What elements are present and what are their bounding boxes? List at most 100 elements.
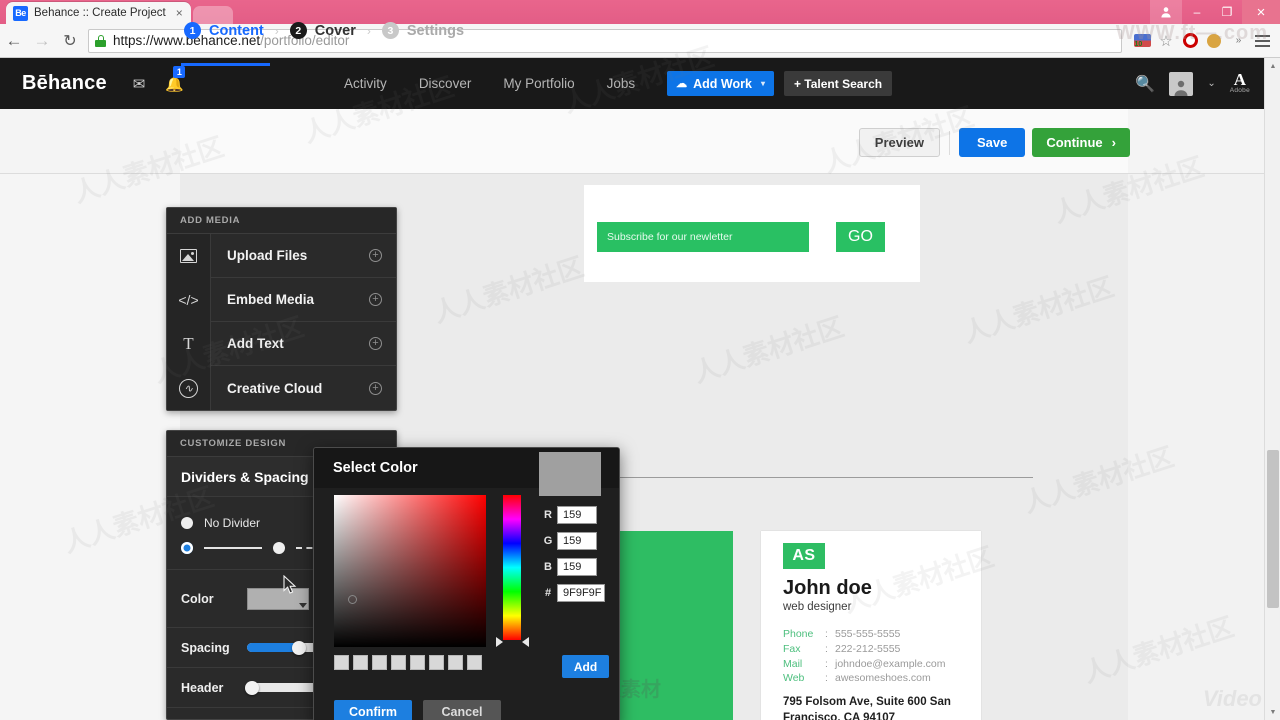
window-maximize-button[interactable]: ❐ (1212, 0, 1242, 24)
contact-value: awesomeshoes.com (835, 672, 931, 685)
nav-link-activity[interactable]: Activity (344, 76, 387, 91)
radio-dashed-divider[interactable] (273, 542, 285, 554)
contact-value: 555-555-5555 (835, 628, 901, 640)
scrollbar-thumb[interactable] (1267, 450, 1279, 608)
action-divider (948, 130, 950, 155)
save-button[interactable]: Save (958, 128, 1026, 157)
add-media-item-creative-cloud[interactable]: ∿ Creative Cloud + (167, 366, 396, 410)
contact-row-web: Web : awesomeshoes.com (783, 671, 945, 686)
plus-icon[interactable]: + (369, 381, 382, 395)
scroll-up-arrow-icon[interactable]: ▲ (1265, 58, 1280, 74)
step-content[interactable]: 1 Content (184, 22, 264, 39)
cancel-button[interactable]: Cancel (423, 700, 501, 720)
add-media-item-embed-media[interactable]: </> Embed Media + (167, 277, 396, 322)
newsletter-go-button[interactable]: GO (836, 222, 885, 252)
swatch-cell[interactable] (467, 655, 482, 670)
more-extensions-icon[interactable]: » (1226, 29, 1250, 53)
bookmark-star-icon[interactable]: ☆ (1154, 29, 1178, 53)
add-work-button[interactable]: ☁ Add Work ▾ (667, 71, 774, 96)
behance-favicon: Be (13, 5, 28, 21)
reload-button[interactable]: ↻ (56, 27, 84, 55)
tab-close-icon[interactable]: × (176, 7, 183, 19)
r-input[interactable]: 159 (557, 506, 597, 524)
nav-link-jobs[interactable]: Jobs (607, 76, 636, 91)
contact-value: johndoe@example.com (835, 657, 946, 670)
envelope-icon[interactable]: ✉ (133, 75, 146, 93)
browser-tab-behance[interactable]: Be Behance :: Create Project × (6, 2, 191, 24)
add-media-item-upload-files[interactable]: Upload Files + (167, 233, 396, 278)
step-settings[interactable]: 3 Settings (381, 22, 464, 39)
spacing-slider-knob[interactable] (291, 640, 306, 655)
avatar[interactable] (1169, 71, 1194, 96)
page-scrollbar[interactable]: ▲ ▼ (1264, 58, 1280, 720)
chevron-down-icon[interactable]: ⌄ (1207, 78, 1215, 89)
g-input[interactable]: 159 (557, 532, 597, 550)
search-icon[interactable]: 🔍 (1135, 74, 1155, 94)
business-card-address: 795 Folsom Ave, Suite 600 San Francisco,… (783, 696, 951, 720)
add-swatch-button[interactable]: Add (562, 655, 609, 678)
rgb-row-hex: # 9F9F9F (539, 584, 605, 602)
header-slider-knob[interactable] (245, 680, 260, 695)
nav-link-my-portfolio[interactable]: My Portfolio (503, 76, 574, 91)
add-media-item-add-text[interactable]: T Add Text + (167, 321, 396, 366)
cookie-extension-icon[interactable] (1202, 29, 1226, 53)
creative-cloud-icon: ∿ (167, 366, 211, 410)
forward-button[interactable]: → (28, 27, 56, 55)
plus-icon[interactable]: + (369, 249, 382, 262)
hue-slider[interactable] (503, 495, 521, 640)
preview-button[interactable]: Preview (858, 128, 940, 157)
add-media-panel: ADD MEDIA Upload Files + </> Embed Media… (166, 207, 397, 411)
plus-icon[interactable]: + (369, 293, 382, 306)
step-separator-icon: › (274, 23, 279, 38)
swatch-cell[interactable] (410, 655, 425, 670)
business-card-logo: AS (783, 543, 825, 569)
opera-extension-icon[interactable] (1178, 29, 1202, 53)
swatch-cell[interactable] (448, 655, 463, 670)
flag-extension-icon[interactable] (1130, 29, 1154, 53)
cloud-icon: ☁ (676, 78, 688, 90)
swatch-cell[interactable] (334, 655, 349, 670)
b-input[interactable]: 159 (557, 558, 597, 576)
browser-window: Be Behance :: Create Project × – ❐ × ← →… (0, 0, 1280, 720)
hue-pointer-right-icon (522, 637, 529, 647)
saturation-value-area[interactable] (334, 495, 486, 647)
scroll-down-arrow-icon[interactable]: ▼ (1265, 704, 1280, 720)
swatch-cell[interactable] (429, 655, 444, 670)
newsletter-input[interactable]: Subscribe for our newletter (597, 222, 809, 252)
chrome-menu-icon[interactable] (1250, 29, 1274, 53)
rgb-row-r: R 159 (539, 506, 605, 524)
window-minimize-button[interactable]: – (1182, 0, 1212, 24)
swatch-cell[interactable] (372, 655, 387, 670)
nav-link-discover[interactable]: Discover (419, 76, 472, 91)
back-button[interactable]: ← (0, 27, 28, 55)
contact-row-fax: Fax : 222-212-5555 (783, 642, 945, 657)
divider-option-none[interactable]: No Divider (181, 516, 260, 530)
color-preview-swatch (539, 452, 601, 496)
confirm-button[interactable]: Confirm (334, 700, 412, 720)
hex-input[interactable]: 9F9F9F (557, 584, 605, 602)
swatch-cell[interactable] (353, 655, 368, 670)
business-card-name: John doe (783, 577, 872, 599)
spacing-slider-fill (247, 643, 297, 652)
window-close-button[interactable]: × (1242, 0, 1280, 24)
step-cover[interactable]: 2 Cover (289, 22, 356, 39)
adobe-logo[interactable]: A Adobe (1229, 71, 1250, 94)
plus-icon[interactable]: + (369, 337, 382, 350)
solid-divider-preview[interactable] (204, 547, 262, 549)
talent-search-button[interactable]: + Talent Search (783, 71, 893, 96)
radio-no-divider[interactable] (181, 517, 193, 529)
window-user-icon[interactable] (1150, 0, 1182, 24)
radio-solid-divider[interactable] (181, 542, 193, 554)
swatch-cell[interactable] (391, 655, 406, 670)
business-card-preview[interactable]: AS John doe web designer Phone : 555-555… (761, 531, 981, 720)
add-media-item-label: Creative Cloud (227, 380, 323, 396)
behance-logo[interactable]: Bēhance (22, 72, 107, 95)
step-number: 2 (289, 22, 307, 39)
text-icon: T (167, 321, 211, 366)
continue-button[interactable]: Continue › (1032, 128, 1130, 157)
color-swatch-button[interactable] (247, 587, 309, 610)
adobe-wordmark: Adobe (1229, 87, 1250, 94)
bell-icon[interactable]: 🔔 1 (165, 65, 186, 93)
sv-handle[interactable] (348, 595, 357, 604)
saved-swatches (334, 655, 482, 670)
